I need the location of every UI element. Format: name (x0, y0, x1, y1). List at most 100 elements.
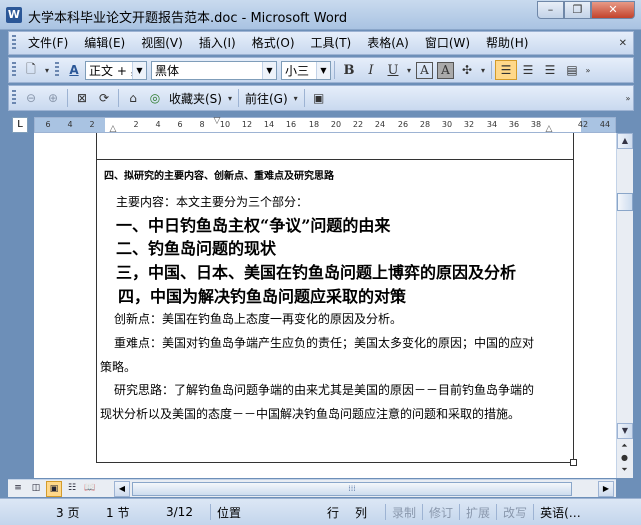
font-combo[interactable]: 黑体 ▼ (151, 60, 277, 80)
align-left-icon[interactable]: ☰ (495, 60, 517, 80)
scroll-up-icon[interactable]: ▲ (617, 133, 633, 149)
go-button[interactable]: 前往(G) (242, 90, 291, 107)
status-language[interactable]: 英语(… (534, 504, 587, 521)
reading-layout-view-icon[interactable]: 📖 (82, 481, 98, 497)
previous-page-icon[interactable]: ⏶ (616, 440, 633, 452)
ruler-tick: 16 (285, 120, 297, 129)
menu-window[interactable]: 窗口(W) (417, 32, 478, 54)
stop-icon[interactable]: ⊠ (71, 88, 93, 108)
ruler-tick: 38 (530, 120, 542, 129)
bold-button[interactable]: B (338, 60, 360, 80)
style-combo[interactable]: 正文 + 黑体 ▼ (85, 60, 147, 80)
word-app-icon[interactable]: W (6, 7, 22, 23)
chevron-down-icon[interactable]: ▾ (291, 88, 301, 108)
close-document-icon[interactable]: ✕ (619, 38, 627, 49)
scaling-options-icon[interactable]: ▾ (478, 60, 488, 80)
outline-view-icon[interactable]: ☷ (64, 481, 80, 497)
status-page-of[interactable]: 3/12 (160, 505, 210, 519)
menu-view[interactable]: 视图(V) (133, 32, 191, 54)
menu-edit[interactable]: 编辑(E) (76, 32, 133, 54)
toolbar-grip[interactable] (12, 62, 16, 78)
home-icon[interactable]: ⌂ (122, 88, 144, 108)
difficulty-text-line2: 策略。 (100, 360, 137, 374)
align-right-icon[interactable]: ☰ (539, 60, 561, 80)
chevron-down-icon[interactable]: ▼ (262, 61, 276, 79)
align-center-icon[interactable]: ☰ (517, 60, 539, 80)
ruler-tick: 32 (463, 120, 475, 129)
vertical-scroll-thumb[interactable] (617, 193, 633, 211)
title-bar: W 大学本科毕业论文开题报告范本.doc - Microsoft Word – … (0, 0, 641, 30)
menu-file[interactable]: 文件(F) (20, 32, 76, 54)
search-web-icon[interactable]: ◎ (144, 88, 166, 108)
status-column[interactable]: 列 (349, 504, 385, 521)
character-shading-button[interactable]: A (437, 61, 454, 79)
horizontal-scroll-thumb[interactable]: ⁞⁞⁞ (132, 482, 572, 496)
print-layout-view-icon[interactable]: ▣ (46, 481, 62, 497)
scroll-right-icon[interactable]: ▶ (598, 481, 614, 497)
tab-selector[interactable]: L (12, 117, 28, 133)
show-only-web-toolbar-icon[interactable]: ▣ (308, 88, 330, 108)
status-extend[interactable]: 扩展 (460, 504, 496, 521)
ruler-tick: 22 (352, 120, 364, 129)
horizontal-ruler[interactable]: 6 4 2 2 4 6 8 10 12 14 16 18 20 22 24 26… (34, 116, 616, 134)
toolbar-separator (303, 89, 305, 107)
minimize-button[interactable]: – (537, 1, 564, 19)
point-four: 四，中国为解决钓鱼岛问题应采取的对策 (118, 287, 407, 306)
menu-help[interactable]: 帮助(H) (478, 32, 536, 54)
status-position[interactable]: 位置 (211, 504, 321, 521)
underline-options-icon[interactable]: ▾ (404, 60, 414, 80)
status-overtype[interactable]: 改写 (497, 504, 533, 521)
ruler-tick: 20 (330, 120, 342, 129)
italic-button[interactable]: I (360, 60, 382, 80)
menu-insert[interactable]: 插入(I) (191, 32, 244, 54)
status-revise[interactable]: 修订 (423, 504, 459, 521)
menu-table[interactable]: 表格(A) (359, 32, 417, 54)
web-layout-view-icon[interactable]: ◫ (28, 481, 44, 497)
scroll-down-icon[interactable]: ▼ (617, 423, 633, 439)
back-icon[interactable]: ⊖ (20, 88, 42, 108)
new-document-icon[interactable]: 🗋 (20, 60, 42, 80)
menu-grip[interactable] (12, 35, 16, 51)
restore-button[interactable]: ❐ (564, 1, 591, 19)
normal-view-icon[interactable]: ≡ (10, 481, 26, 497)
style-value: 正文 + 黑体 (89, 63, 132, 78)
first-line-indent-marker-icon[interactable]: ▽ (214, 116, 221, 126)
ruler-tick: 10 (219, 120, 231, 129)
styles-and-formatting-icon[interactable]: A (63, 60, 85, 80)
font-size-combo[interactable]: 小三 ▼ (281, 60, 331, 80)
refresh-icon[interactable]: ⟳ (93, 88, 115, 108)
select-browse-object-icon[interactable]: ● (616, 452, 633, 464)
toolbar-separator (334, 61, 335, 79)
status-page[interactable]: 3 页 (0, 504, 100, 521)
menu-tools[interactable]: 工具(T) (303, 32, 360, 54)
forward-icon[interactable]: ⊕ (42, 88, 64, 108)
favorites-button[interactable]: 收藏夹(S) (166, 90, 225, 107)
close-button[interactable]: ✕ (591, 1, 635, 19)
status-line[interactable]: 行 (321, 504, 349, 521)
toolbar-options-icon[interactable]: ▾ (42, 60, 52, 80)
toolbar-grip[interactable] (55, 62, 59, 78)
chevron-down-icon[interactable]: ▼ (316, 61, 330, 79)
scroll-left-icon[interactable]: ◀ (114, 481, 130, 497)
menu-format[interactable]: 格式(O) (244, 32, 303, 54)
chevron-down-icon[interactable]: ▾ (225, 88, 235, 108)
character-scaling-icon[interactable]: ✣ (456, 60, 478, 80)
character-border-button[interactable]: A (416, 61, 433, 79)
chevron-down-icon[interactable]: ▼ (132, 61, 146, 79)
status-section[interactable]: 1 节 (100, 504, 160, 521)
underline-button[interactable]: U (382, 60, 404, 80)
justify-icon[interactable]: ▤ (561, 60, 583, 80)
ruler-tick: 44 (599, 120, 611, 129)
table-resize-handle[interactable] (570, 459, 577, 466)
status-record[interactable]: 录制 (386, 504, 422, 521)
point-two: 二、钓鱼岛问题的现状 (116, 239, 277, 258)
next-page-icon[interactable]: ⏷ (616, 464, 633, 476)
toolbar-overflow-icon[interactable]: » (583, 60, 593, 80)
toolbar-overflow-icon[interactable]: » (623, 88, 633, 108)
vertical-scrollbar[interactable]: ▲ ▼ (616, 133, 633, 478)
toolbar-grip[interactable] (12, 90, 16, 106)
document-page[interactable]: 四、拟研究的主要内容、创新点、重难点及研究思路 主要内容：本文主要分为三个部分：… (34, 133, 616, 478)
window-title: 大学本科毕业论文开题报告范本.doc - Microsoft Word (28, 11, 348, 26)
approach-text-line1: 研究思路：了解钓鱼岛问题争端的由来尤其是美国的原因－－目前钓鱼岛争端的 (114, 383, 535, 397)
ruler-tick: 42 (577, 120, 589, 129)
